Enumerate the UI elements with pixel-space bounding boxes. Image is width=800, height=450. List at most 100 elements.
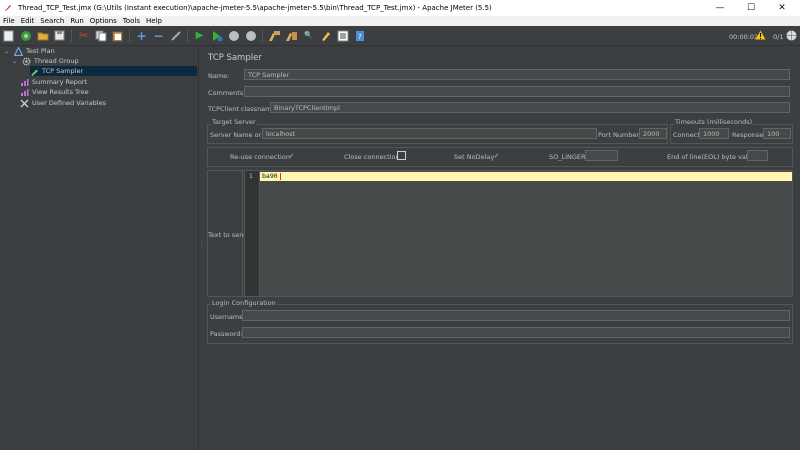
response-label: Response: [732, 131, 766, 139]
reuse-connection-checkbox[interactable]: ✓ [287, 151, 296, 160]
page-title: TCP Sampler [208, 53, 262, 63]
title-bar: Thread_TCP_Test.jmx (G:\Utils (Instant e… [0, 0, 800, 16]
target-server-title: Target Server [211, 118, 257, 126]
clear-icon[interactable] [267, 28, 283, 44]
shutdown-icon[interactable] [243, 28, 259, 44]
tree-item-tcp-sampler[interactable]: TCP Sampler [30, 66, 197, 76]
connect-label: Connect: [673, 131, 703, 139]
menu-bar: File Edit Search Run Options Tools Help [0, 16, 800, 26]
tree-item-summary-report[interactable]: Summary Report [20, 77, 87, 87]
toolbar-separator [187, 28, 188, 43]
tree-item-label: Test Plan [26, 47, 55, 55]
expand-all-icon[interactable]: + [134, 28, 150, 44]
warning-icon[interactable] [755, 29, 766, 42]
tree-item-user-defined-variables[interactable]: User Defined Variables [20, 98, 106, 108]
function-helper-icon[interactable] [335, 28, 351, 44]
close-connection-checkbox[interactable] [397, 151, 406, 160]
search-icon[interactable]: 🔍 [301, 28, 317, 44]
eol-byte-label: End of line(EOL) byte value: [667, 153, 758, 161]
toggle-icon[interactable] [168, 28, 184, 44]
collapse-toggle-icon[interactable]: ⌄ [2, 47, 11, 56]
close-connection-label: Close connection [344, 153, 400, 161]
password-input[interactable] [242, 327, 790, 338]
start-no-pauses-icon[interactable] [209, 28, 225, 44]
pencil-icon [30, 67, 39, 76]
paste-icon[interactable] [110, 28, 126, 44]
connect-timeout-input[interactable]: 1000 [699, 128, 729, 139]
maximize-button[interactable]: ☐ [736, 0, 766, 16]
reset-search-icon[interactable] [318, 28, 334, 44]
tree-item-label: User Defined Variables [32, 99, 106, 107]
toolbar-separator [129, 28, 130, 43]
reuse-connection-label: Re-use connection [230, 153, 290, 161]
set-nodelay-label: Set NoDelay [454, 153, 495, 161]
tree-item-label: Thread Group [34, 57, 79, 65]
thread-count: 0/1 [773, 33, 784, 41]
server-input[interactable]: localhost [262, 128, 597, 139]
window-title: Thread_TCP_Test.jmx (G:\Utils (Instant e… [18, 4, 492, 12]
test-plan-tree: ⌄ Test Plan ⌄ Thread Group TCP Sampler S… [0, 46, 199, 450]
line-number: 1 [249, 173, 253, 180]
port-label: Port Number: [598, 131, 642, 139]
tree-item-label: View Results Tree [32, 88, 89, 96]
toolbar: ✂ + − ▶ 🔍 ? 00:00:02 0/1 [0, 26, 800, 46]
menu-tools[interactable]: Tools [120, 17, 143, 25]
timeouts-title: Timeouts (milliseconds) [674, 118, 754, 126]
start-icon[interactable]: ▶ [192, 28, 208, 44]
toolbar-separator [71, 28, 72, 43]
text-to-send-content: ba90 [262, 172, 278, 180]
eol-byte-input[interactable] [747, 150, 768, 161]
copy-icon[interactable] [93, 28, 109, 44]
login-configuration-title: Login Configuration [211, 299, 277, 307]
chart-icon [20, 78, 29, 87]
classname-input[interactable]: BinaryTCPClientImpl [270, 102, 790, 113]
svg-text:?: ? [358, 33, 362, 41]
text-to-send-editor[interactable]: 1 ba90 [244, 170, 793, 297]
help-icon[interactable]: ? [352, 28, 368, 44]
jmeter-feather-icon [4, 4, 12, 12]
collapse-all-icon[interactable]: − [151, 28, 167, 44]
current-line-highlight [260, 172, 792, 181]
tree-item-test-plan[interactable]: ⌄ Test Plan [2, 46, 55, 56]
remote-globe-icon[interactable] [786, 30, 797, 43]
elapsed-time: 00:00:02 [729, 33, 759, 41]
so-linger-label: SO_LINGER: [549, 153, 588, 161]
username-label: Username: [210, 313, 246, 321]
test-plan-icon [14, 46, 23, 56]
username-input[interactable] [242, 310, 790, 321]
gear-icon [22, 57, 31, 66]
wrench-icon [20, 99, 29, 108]
tree-item-thread-group[interactable]: ⌄ Thread Group [10, 56, 79, 66]
text-to-send-label: Text to send [208, 231, 248, 239]
classname-label: TCPClient classname: [208, 105, 278, 113]
open-icon[interactable] [35, 28, 51, 44]
panel-splitter-handle[interactable]: ⋮ [199, 240, 205, 247]
tree-item-label: Summary Report [32, 78, 88, 86]
chart-icon [20, 88, 29, 97]
response-timeout-input[interactable]: 100 [763, 128, 791, 139]
menu-run[interactable]: Run [67, 17, 86, 25]
stop-icon[interactable] [226, 28, 242, 44]
toolbar-separator [262, 28, 263, 43]
set-nodelay-checkbox[interactable]: ✓ [492, 151, 501, 160]
cut-icon[interactable]: ✂ [76, 28, 92, 44]
templates-icon[interactable] [18, 28, 34, 44]
new-icon[interactable] [1, 28, 17, 44]
save-icon[interactable] [52, 28, 68, 44]
tree-item-view-results-tree[interactable]: View Results Tree [20, 87, 89, 97]
comments-input[interactable] [244, 86, 790, 97]
name-label: Name: [208, 72, 230, 80]
menu-options[interactable]: Options [87, 17, 120, 25]
menu-edit[interactable]: Edit [18, 17, 38, 25]
collapse-toggle-icon[interactable]: ⌄ [10, 57, 19, 66]
name-input[interactable]: TCP Sampler [244, 69, 790, 80]
so-linger-input[interactable] [585, 150, 618, 161]
close-button[interactable]: ✕ [767, 0, 797, 16]
port-input[interactable]: 2000 [639, 128, 667, 139]
minimize-button[interactable]: — [705, 0, 735, 16]
menu-help[interactable]: Help [143, 17, 165, 25]
clear-all-icon[interactable] [284, 28, 300, 44]
menu-file[interactable]: File [0, 17, 18, 25]
menu-search[interactable]: Search [37, 17, 67, 25]
password-label: Password: [210, 330, 243, 338]
